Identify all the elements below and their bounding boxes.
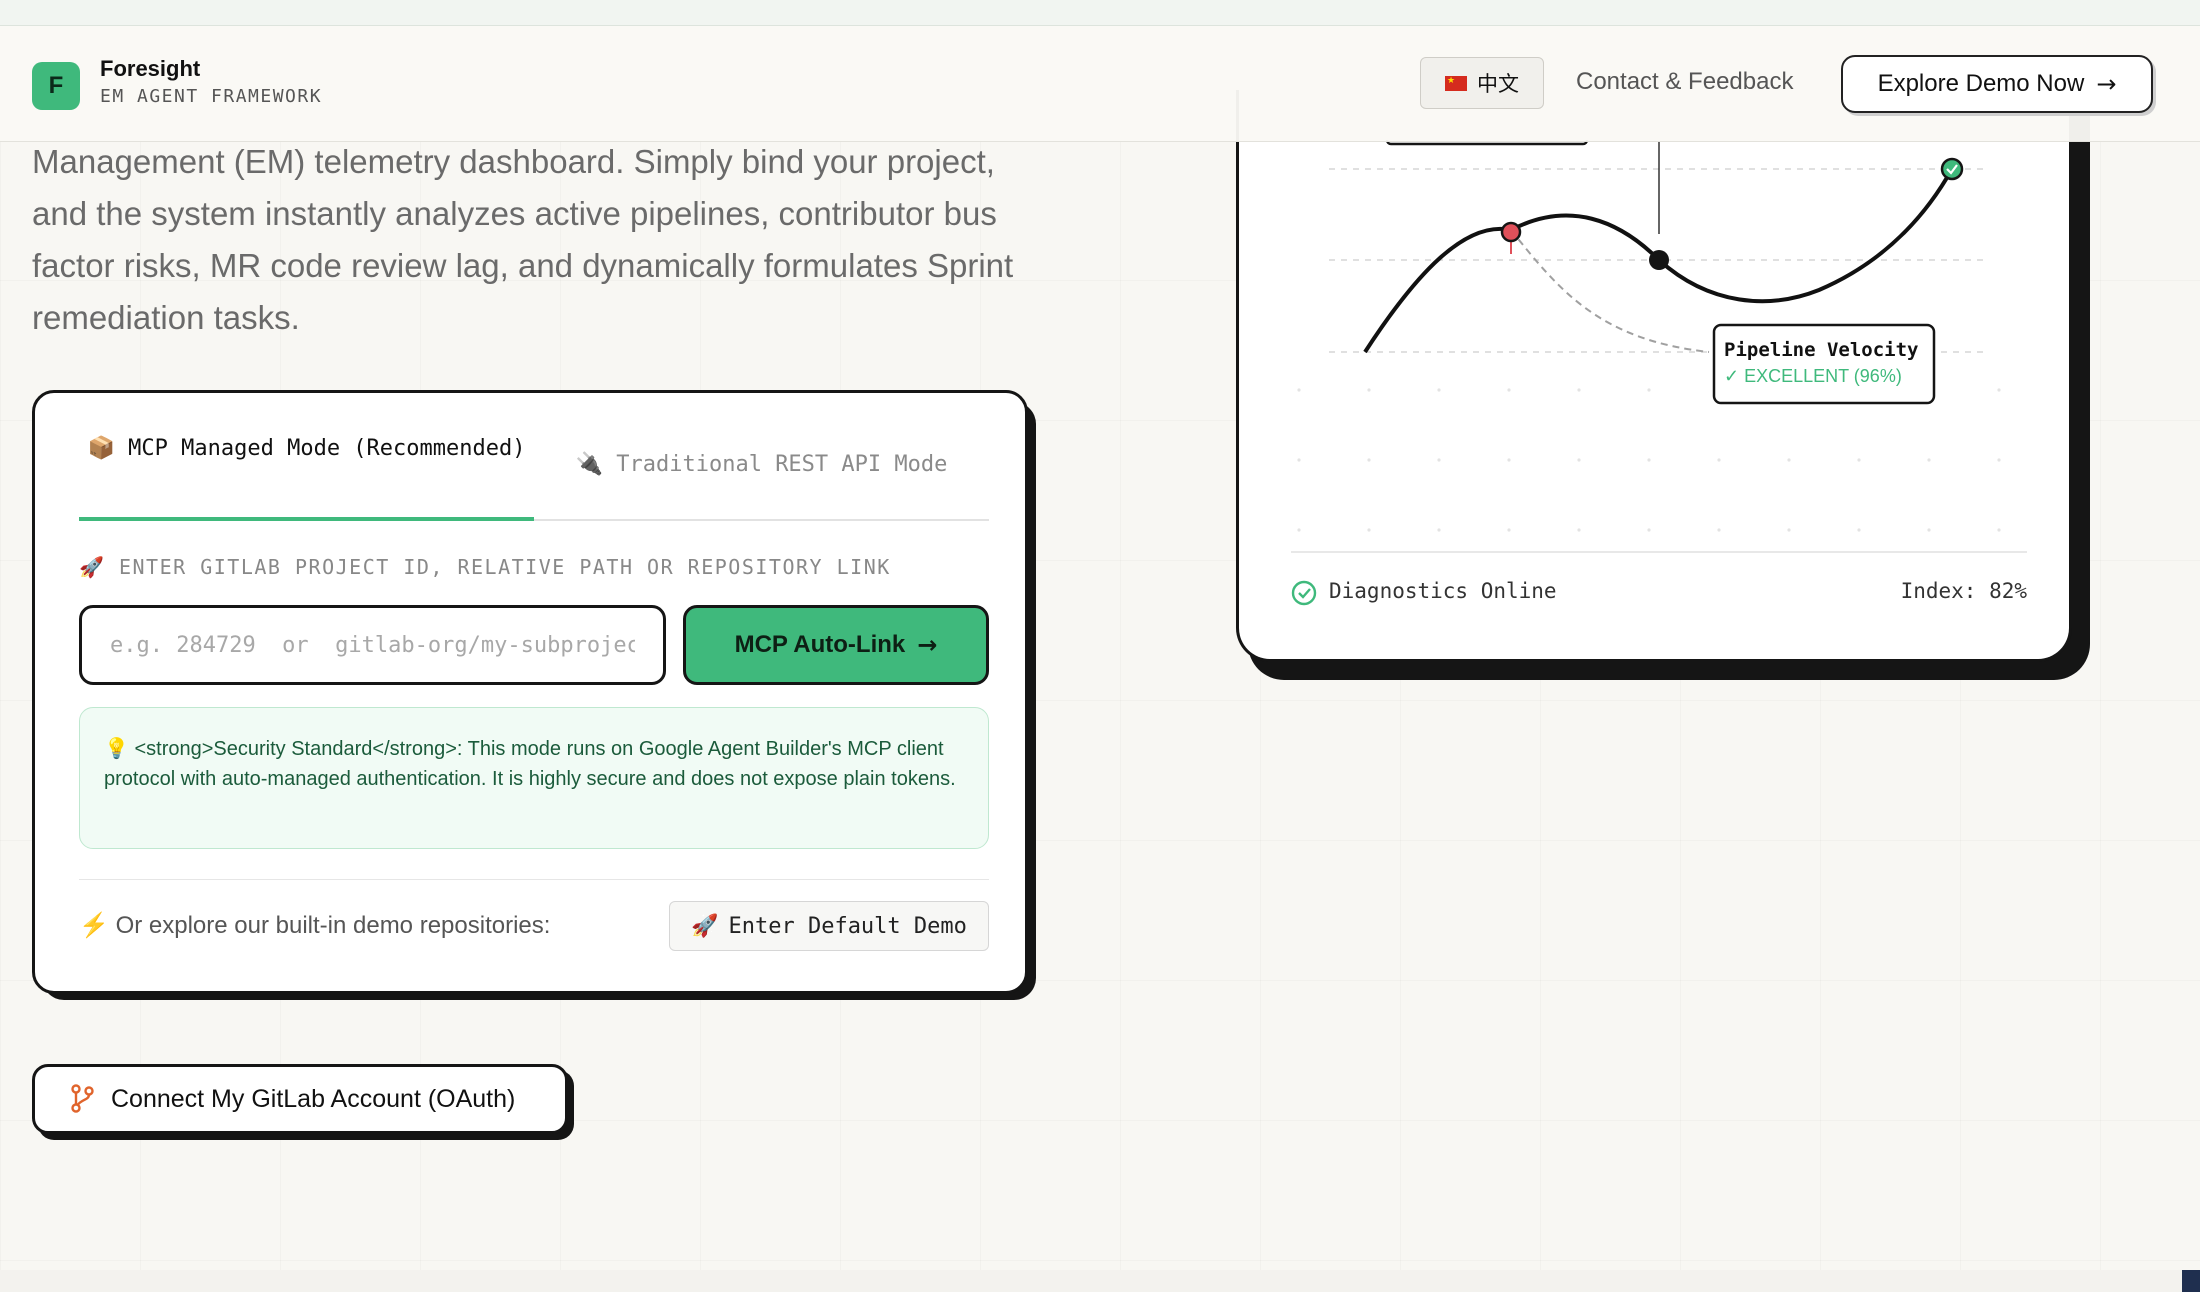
brand-subtitle: EM AGENT FRAMEWORK [100, 86, 323, 107]
rocket-icon: 🚀 [691, 913, 719, 939]
circle-check-icon [1291, 580, 1317, 606]
mcp-auto-link-button[interactable]: MCP Auto-Link → [683, 605, 989, 685]
plug-icon: 🔌 [575, 452, 603, 477]
dotted-grid [1297, 388, 2001, 532]
velocity-illustration: Pipeline Velocity ✓ EXCELLENT (96%) [1291, 110, 2027, 553]
connect-gitlab-oauth-button[interactable]: Connect My GitLab Account (OAuth) [32, 1064, 568, 1134]
china-flag-icon [1445, 75, 1467, 91]
security-info-box: 💡 <strong>Security Standard</strong>: Th… [79, 707, 989, 849]
tooltip-title: Pipeline Velocity [1724, 339, 1918, 361]
project-input-label-text: ENTER GITLAB PROJECT ID, RELATIVE PATH O… [118, 555, 891, 579]
tooltip-status: ✓ EXCELLENT (96%) [1724, 366, 1902, 386]
trend-line-rise [1363, 226, 1512, 354]
git-branch-icon [71, 1084, 94, 1113]
demo-prompt: ⚡ Or explore our built-in demo repositor… [79, 911, 550, 940]
status-bar-corner [2182, 1270, 2200, 1292]
current-point-marker [1649, 250, 1669, 270]
mcp-auto-link-label: MCP Auto-Link [734, 631, 906, 658]
project-input-label: 🚀 ENTER GITLAB PROJECT ID, RELATIVE PATH… [79, 555, 891, 579]
browser-top-strip [0, 0, 2200, 26]
arrow-right-icon: → [2096, 70, 2117, 98]
security-info-text: <strong>Security Standard</strong>: This… [104, 738, 956, 790]
connect-gitlab-label: Connect My GitLab Account (OAuth) [111, 1084, 516, 1113]
contact-feedback-link[interactable]: Contact & Feedback [1576, 68, 1793, 96]
tab-mcp-managed-mode[interactable]: 📦 MCP Managed Mode (Recommended) [79, 433, 534, 465]
explore-demo-label: Explore Demo Now [1877, 70, 2085, 97]
index-value: Index: 82% [1900, 579, 2027, 603]
diagnostics-status: Diagnostics Online [1329, 579, 1557, 603]
navbar: F Foresight EM AGENT FRAMEWORK 中文 Contac… [0, 26, 2200, 142]
connect-card: 📦 MCP Managed Mode (Recommended) 🔌 Tradi… [32, 390, 1028, 994]
active-tab-indicator [79, 517, 534, 521]
hero-description: Management (EM) telemetry dashboard. Sim… [32, 143, 1014, 336]
language-toggle-button[interactable]: 中文 [1420, 57, 1544, 109]
logo-icon[interactable]: F [32, 62, 80, 110]
enter-default-demo-button[interactable]: 🚀 Enter Default Demo [669, 901, 989, 951]
enter-default-demo-label: Enter Default Demo [728, 913, 967, 939]
rocket-icon: 🚀 [79, 555, 106, 579]
arrow-right-icon: → [917, 631, 938, 659]
project-id-input[interactable] [79, 605, 666, 685]
language-label: 中文 [1477, 72, 1519, 96]
trend-line-curve [1510, 168, 1954, 304]
lightning-icon: ⚡ [79, 912, 109, 939]
pipeline-velocity-tooltip [1712, 323, 1936, 405]
brand-name[interactable]: Foresight [100, 56, 200, 82]
tab-mcp-label: MCP Managed Mode (Recommended) [128, 436, 526, 461]
tab-rest-api-mode[interactable]: 🔌 Traditional REST API Mode [534, 449, 989, 481]
editor-status-bar [0, 1270, 2200, 1292]
success-marker-green [1940, 157, 1964, 181]
risk-marker-red [1500, 221, 1522, 243]
package-icon: 📦 [87, 436, 115, 461]
explore-demo-button[interactable]: Explore Demo Now → [1841, 55, 2153, 113]
demo-prompt-text: Or explore our built-in demo repositorie… [115, 912, 551, 939]
diagnostics-card: Pipeline Velocity ✓ EXCELLENT (96%) Diag… [1236, 90, 2072, 662]
lightbulb-icon: 💡 [104, 738, 129, 760]
tab-rest-label: Traditional REST API Mode [616, 452, 948, 477]
projection-line [1510, 229, 1710, 353]
card-divider [79, 879, 989, 880]
